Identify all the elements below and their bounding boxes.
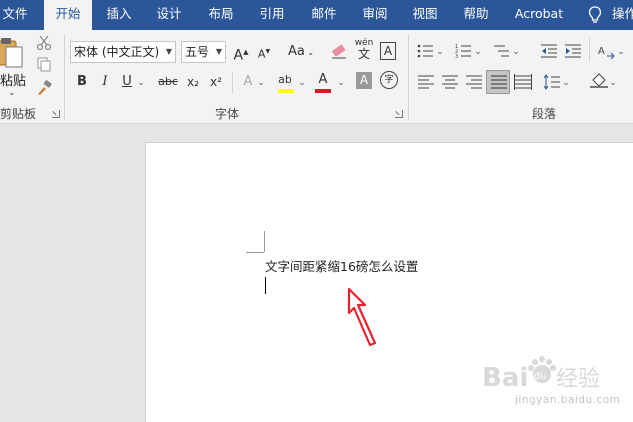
font-group-label: 字体 — [215, 107, 240, 121]
margin-marker — [246, 252, 264, 253]
shrink-font-button[interactable]: A▼ — [256, 42, 272, 62]
highlight-color-bar — [278, 89, 294, 93]
paste-button[interactable]: 粘贴 — [0, 70, 26, 89]
font-size-value: 五号 — [185, 45, 210, 59]
tab-references[interactable]: 引用 — [253, 0, 291, 30]
change-case-button[interactable]: Aa ⌄ — [285, 42, 317, 62]
divider — [408, 34, 409, 120]
tab-file[interactable]: 文件 — [0, 0, 30, 30]
tab-home[interactable]: 开始 — [44, 0, 92, 30]
font-launcher-icon[interactable] — [395, 110, 403, 118]
tab-help[interactable]: 帮助 — [457, 0, 495, 30]
align-center-icon[interactable] — [441, 74, 459, 90]
bold-button[interactable]: B — [74, 72, 90, 92]
clipboard-group-label: 剪贴板 — [0, 107, 37, 121]
italic-button[interactable]: I — [98, 72, 112, 92]
copy-icon[interactable] — [35, 57, 53, 73]
chevron-down-icon: ▼ — [165, 47, 172, 56]
line-spacing-icon[interactable] — [543, 74, 561, 90]
phonetic-guide-button[interactable]: wén 文 — [353, 38, 375, 64]
decrease-indent-icon[interactable] — [540, 43, 558, 59]
tab-tell-me[interactable]: 操作 — [612, 0, 633, 30]
chevron-down-icon[interactable]: ⌄ — [256, 73, 266, 93]
text-effects-button[interactable]: A — [240, 72, 256, 92]
document-text[interactable]: 文字间距紧缩16磅怎么设置 — [265, 256, 418, 275]
tab-mailings[interactable]: 邮件 — [305, 0, 343, 30]
chevron-down-icon[interactable]: ⌄ — [473, 42, 483, 62]
highlight-button[interactable]: ab — [276, 70, 294, 90]
svg-text:经验: 经验 — [556, 367, 600, 392]
format-painter-icon[interactable] — [35, 80, 53, 96]
ribbon: 粘贴 ⌄ 剪贴板 宋体 (中文正文) ▼ 五号 ▼ A▲ A▼ Aa ⌄ wén… — [0, 30, 633, 124]
superscript-button[interactable]: x² — [208, 72, 224, 92]
shading-icon[interactable] — [590, 72, 608, 88]
chevron-down-icon: ▼ — [215, 47, 222, 56]
chevron-down-icon[interactable]: ⌄ — [8, 88, 16, 98]
svg-text:3: 3 — [455, 54, 458, 59]
cut-icon[interactable] — [35, 35, 53, 51]
lightbulb-icon[interactable] — [588, 6, 602, 24]
font-name-select[interactable]: 宋体 (中文正文) ▼ — [70, 41, 176, 63]
svg-text:Bai: Bai — [482, 363, 528, 393]
character-border-button[interactable]: A — [380, 42, 396, 60]
font-color-button[interactable]: A — [315, 70, 331, 90]
divider — [232, 72, 233, 94]
enclose-characters-button[interactable]: 字 — [380, 71, 398, 89]
chevron-down-icon[interactable]: ⌄ — [561, 73, 571, 93]
numbering-icon[interactable]: 123 — [455, 43, 473, 59]
underline-button[interactable]: U — [120, 72, 134, 92]
multilevel-list-icon[interactable] — [493, 43, 511, 59]
ribbon-tab-bar: 文件 开始 插入 设计 布局 引用 邮件 审阅 视图 帮助 Acrobat 操作 — [0, 0, 633, 30]
paragraph-group-label: 段落 — [532, 107, 557, 121]
strikethrough-button[interactable]: abc — [156, 72, 180, 92]
grow-font-button[interactable]: A▲ — [233, 42, 249, 64]
chevron-down-icon[interactable]: ⌄ — [336, 73, 346, 93]
svg-text:A: A — [598, 46, 605, 57]
svg-text:du: du — [534, 371, 547, 382]
divider — [64, 34, 65, 120]
justify-icon — [491, 75, 507, 89]
chevron-down-icon[interactable]: ⌄ — [297, 73, 307, 93]
justify-button[interactable] — [486, 70, 510, 94]
tab-insert[interactable]: 插入 — [100, 0, 138, 30]
tab-acrobat[interactable]: Acrobat — [508, 0, 570, 30]
bullets-icon[interactable] — [417, 43, 435, 59]
chevron-down-icon[interactable]: ⌄ — [616, 42, 626, 62]
red-arrow-icon — [347, 287, 377, 347]
tab-design[interactable]: 设计 — [150, 0, 188, 30]
character-shading-button[interactable]: A — [356, 72, 372, 89]
clipboard-launcher-icon[interactable] — [52, 110, 60, 118]
chevron-down-icon[interactable]: ⌄ — [435, 42, 445, 62]
align-right-icon[interactable] — [465, 74, 483, 90]
margin-marker — [264, 231, 265, 252]
tab-layout[interactable]: 布局 — [202, 0, 240, 30]
align-left-icon[interactable] — [417, 74, 435, 90]
text-cursor — [265, 277, 266, 294]
distributed-icon[interactable] — [514, 74, 532, 90]
tab-view[interactable]: 视图 — [406, 0, 444, 30]
subscript-button[interactable]: x₂ — [185, 72, 201, 92]
clear-formatting-icon[interactable] — [330, 43, 348, 59]
chevron-down-icon[interactable]: ⌄ — [136, 73, 146, 93]
divider — [589, 38, 590, 62]
chevron-down-icon[interactable]: ⌄ — [511, 42, 521, 62]
paste-icon[interactable] — [0, 38, 24, 68]
chevron-down-icon[interactable]: ⌄ — [608, 73, 618, 93]
watermark-domain: jingyan.baidu.com — [515, 394, 621, 406]
text-direction-icon[interactable]: A — [597, 43, 615, 59]
tab-review[interactable]: 审阅 — [356, 0, 394, 30]
font-name-value: 宋体 (中文正文) — [74, 45, 160, 59]
font-color-bar — [315, 89, 331, 93]
font-size-select[interactable]: 五号 ▼ — [181, 41, 226, 63]
increase-indent-icon[interactable] — [564, 43, 582, 59]
